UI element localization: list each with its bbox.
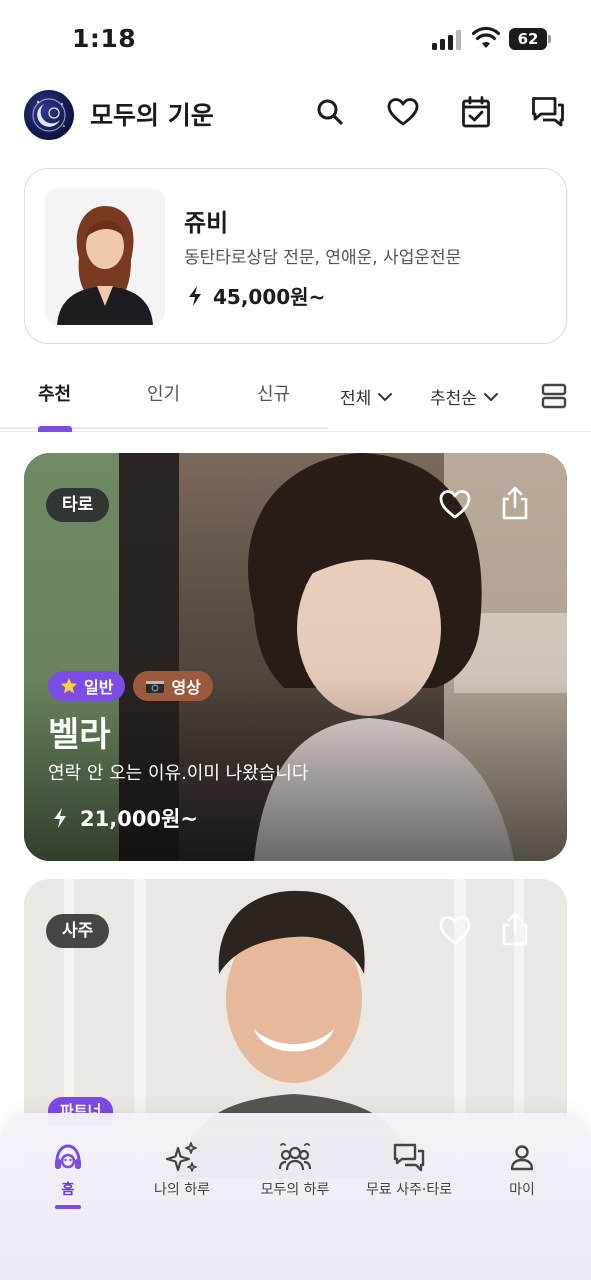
nav-free-fortune[interactable]: 무료 사주·타로: [350, 1141, 468, 1199]
nav-everyone-day[interactable]: 모두의 하루: [236, 1141, 354, 1199]
active-tab-indicator: [38, 426, 72, 432]
calendar-button[interactable]: [456, 92, 496, 132]
chat-icon: [532, 97, 564, 127]
headset-home-icon: [55, 1144, 81, 1169]
status-bar: 1:18 62: [0, 0, 591, 78]
moon-logo-icon: [32, 98, 66, 132]
favorites-button[interactable]: [383, 92, 423, 132]
nav-active-indicator: [55, 1205, 81, 1209]
group-icon: [278, 1142, 312, 1171]
featured-counselor-card[interactable]: 쥬비 동탄타로상담 전문, 연애운, 사업운전문 45,000원~: [24, 168, 567, 344]
counselor-price-row: 21,000원~: [52, 803, 198, 833]
featured-counselor-description: 동탄타로상담 전문, 연애운, 사업운전문: [184, 248, 462, 268]
camera-icon: [146, 681, 165, 693]
tab-new[interactable]: 신규: [257, 380, 290, 406]
tab-bar: 추천 인기 신규 전체 추천순: [0, 360, 591, 432]
lightning-icon: [54, 808, 66, 828]
tag-general: 일반: [48, 671, 126, 701]
app-logo[interactable]: [24, 90, 74, 140]
nav-label: 모두의 하루: [260, 1182, 330, 1198]
featured-price: 45,000원~: [213, 285, 326, 309]
view-toggle-icon[interactable]: [540, 382, 568, 410]
tag-video: 영상: [133, 671, 213, 701]
chevron-down-icon: [378, 392, 393, 401]
battery-indicator: 62: [509, 28, 551, 50]
nav-label: 마이: [509, 1182, 535, 1198]
featured-price-row: 45,000원~: [187, 281, 325, 310]
status-time: 1:18: [72, 24, 137, 53]
share-icon[interactable]: [500, 911, 530, 947]
nav-label: 나의 하루: [154, 1182, 210, 1198]
wifi-icon: [472, 26, 500, 48]
nav-my-day[interactable]: 나의 하루: [123, 1141, 241, 1199]
share-icon[interactable]: [500, 485, 530, 521]
sort-filter-label: 추천순: [430, 389, 477, 409]
category-badge: 타로: [46, 488, 110, 522]
search-icon: [317, 99, 343, 125]
tag-row: 일반 영상: [48, 671, 213, 701]
nav-label: 무료 사주·타로: [365, 1182, 453, 1198]
bottom-navigation: 홈 나의 하루 모두의 하루 무료 사주·타로 마이: [0, 1113, 591, 1280]
counselor-name: 벨라: [48, 715, 111, 755]
category-filter-label: 전체: [340, 389, 372, 409]
lightning-icon: [189, 285, 201, 306]
tab-popular[interactable]: 인기: [147, 380, 180, 406]
nav-label: 홈: [61, 1182, 75, 1198]
chevron-down-icon: [483, 392, 498, 401]
tag-label: 영상: [171, 678, 201, 697]
calendar-check-icon: [462, 96, 490, 128]
star-icon: [61, 678, 77, 694]
counselor-price: 21,000원~: [80, 807, 198, 831]
nav-my[interactable]: 마이: [463, 1141, 581, 1199]
heart-icon: [387, 98, 419, 126]
tab-recommended[interactable]: 추천: [38, 380, 71, 406]
chat-button[interactable]: [528, 92, 568, 132]
sort-filter-dropdown[interactable]: 추천순: [430, 384, 499, 409]
signal-icon: [432, 30, 461, 50]
featured-counselor-photo: [45, 188, 165, 325]
tag-label: 일반: [84, 678, 114, 697]
app-header: 모두의 기운: [0, 78, 591, 150]
chat-icon: [393, 1143, 425, 1172]
counselor-card[interactable]: 타로 일반 영상 벨라 연락 안 오는 이유.이미 나왔습니다 21,000원~: [24, 453, 567, 861]
category-badge: 사주: [46, 914, 110, 948]
heart-icon[interactable]: [438, 913, 472, 947]
category-filter-dropdown[interactable]: 전체: [340, 384, 393, 409]
featured-counselor-name: 쥬비: [184, 209, 229, 237]
app-title: 모두의 기운: [90, 101, 214, 130]
battery-level: 62: [517, 30, 539, 48]
heart-icon[interactable]: [438, 487, 472, 521]
user-icon: [510, 1145, 534, 1171]
search-button[interactable]: [310, 92, 350, 132]
sparkles-icon: [165, 1142, 197, 1172]
nav-home[interactable]: 홈: [9, 1141, 127, 1209]
counselor-description: 연락 안 오는 이유.이미 나왔습니다: [48, 763, 309, 784]
